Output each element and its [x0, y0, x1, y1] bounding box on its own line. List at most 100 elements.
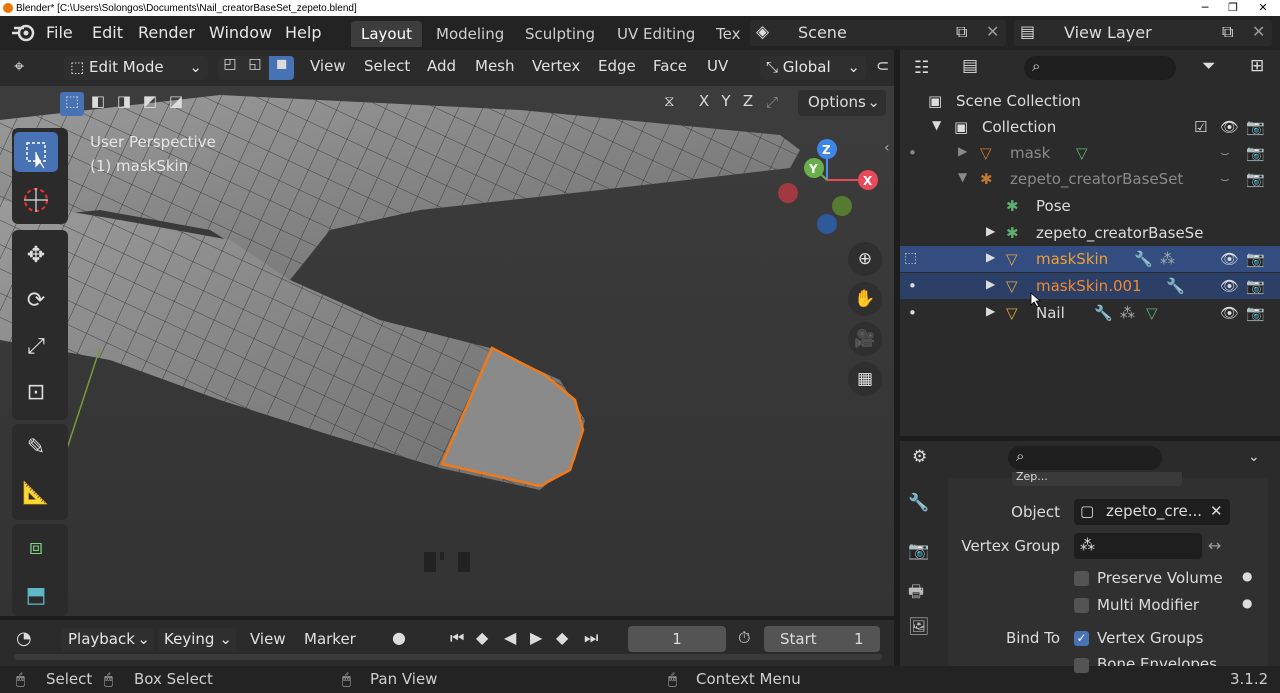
outliner-row-maskskin-001[interactable]: • ▶ ▽ maskSkin.001 🔧 👁 📷	[900, 273, 1280, 299]
vertex-group-field[interactable]: ⁂	[1074, 533, 1202, 559]
perspective-grid-icon[interactable]: ▦	[848, 362, 882, 396]
camera-render-icon[interactable]: 📷	[1246, 170, 1265, 188]
delete-scene-icon[interactable]: ✕	[986, 22, 999, 41]
expand-arrow-icon[interactable]: ▼	[932, 118, 941, 132]
menu-mesh[interactable]: Mesh	[475, 57, 515, 75]
eye-icon[interactable]: 👁	[1220, 277, 1239, 295]
camera-render-icon[interactable]: 📷	[1246, 277, 1265, 295]
view-layer-tab-icon[interactable]: 🖼	[908, 617, 930, 637]
measure-tool-icon[interactable]: 📐	[14, 474, 58, 514]
transform-tool-icon[interactable]: ⊡	[14, 373, 58, 413]
move-tool-icon[interactable]: ✥	[14, 236, 58, 276]
menu-edge[interactable]: Edge	[598, 57, 636, 75]
expand-arrow-icon[interactable]: ▶	[986, 224, 995, 238]
camera-render-icon[interactable]: 📷	[1246, 144, 1265, 162]
expand-arrow-icon[interactable]: ▶	[986, 250, 995, 264]
snap-icon[interactable]: ⊂	[876, 56, 889, 75]
edge-select-icon[interactable]: ◱	[243, 56, 267, 80]
face-select-icon[interactable]: ◼	[269, 56, 294, 80]
gizmo-neg-z-axis[interactable]	[817, 214, 837, 234]
preserve-volume-checkbox[interactable]	[1074, 571, 1089, 586]
collection-checkbox-icon[interactable]: ☑	[1194, 118, 1207, 136]
select-extend-icon[interactable]: ◧	[86, 92, 110, 110]
prev-keyframe-icon[interactable]: ◆	[476, 628, 488, 647]
keying-dropdown[interactable]: Keying ⌄	[158, 628, 236, 652]
expand-arrow-icon[interactable]: ▼	[958, 170, 967, 184]
outliner-editor-icon[interactable]: ☷	[914, 58, 929, 78]
mode-dropdown[interactable]: ⬚ Edit Mode ⌄	[64, 56, 208, 80]
properties-search-input[interactable]: ⌕	[1008, 446, 1162, 470]
eye-icon[interactable]: 👁	[1220, 118, 1239, 136]
view-layer-selector[interactable]: ▤ View Layer ⧉ ✕	[1014, 20, 1272, 46]
auto-merge-icon[interactable]: ⤢	[766, 93, 778, 111]
jump-start-icon[interactable]: ⏮	[450, 628, 464, 648]
mirror-x-toggle[interactable]: X	[694, 92, 714, 110]
eye-icon[interactable]: 👁	[1220, 250, 1239, 268]
display-mode-icon[interactable]: ▤	[962, 56, 978, 76]
camera-render-icon[interactable]: 📷	[1246, 304, 1265, 322]
record-icon[interactable]: ●	[392, 628, 406, 647]
gizmo-neg-y-axis[interactable]	[832, 196, 852, 216]
outliner-row-maskskin[interactable]: ⬚ ▶ ▽ maskSkin 🔧 ⁂ 👁 📷	[900, 246, 1280, 272]
modifier-name-field[interactable]: Zep...	[1012, 472, 1182, 486]
menu-add[interactable]: Add	[427, 57, 456, 75]
maximize-button[interactable]: ❐	[1218, 0, 1248, 16]
menu-vertex[interactable]: Vertex	[532, 57, 580, 75]
navigation-gizmo[interactable]: Z Y X	[770, 138, 880, 238]
invert-vertex-group-icon[interactable]: ↔	[1208, 536, 1221, 555]
add-cube-tool-icon[interactable]: ⧈	[14, 528, 58, 568]
new-collection-icon[interactable]: ⊞	[1250, 56, 1264, 76]
transform-orientation-dropdown[interactable]: ⤡ Global ⌄	[760, 56, 866, 80]
select-intersect-icon[interactable]: ◪	[164, 92, 188, 110]
tab-sculpting[interactable]: Sculpting	[515, 21, 605, 47]
outliner-row-armature-data[interactable]: ▶ ✱ zepeto_creatorBaseSe	[900, 220, 1280, 246]
editor-type-icon[interactable]: ⌖	[14, 56, 24, 77]
annotate-tool-icon[interactable]: ✎	[14, 428, 58, 468]
new-scene-icon[interactable]: ⧉	[956, 22, 967, 42]
vertex-groups-checkbox[interactable]: ✓	[1074, 631, 1089, 646]
select-new-icon[interactable]: ⬚	[60, 92, 84, 116]
outliner-row-mask[interactable]: • ▶ ▽ mask ▽ ⌣ 📷	[900, 140, 1280, 166]
new-view-layer-icon[interactable]: ⧉	[1222, 22, 1233, 42]
options-dropdown[interactable]: Options ⌄	[798, 90, 886, 116]
scale-tool-icon[interactable]: ⤢	[14, 327, 58, 367]
outliner-row-scene-collection[interactable]: ▣ Scene Collection	[900, 88, 1280, 114]
outliner-row-nail[interactable]: • ▶ ▽ Nail 🔧 ⁂ ▽ 👁 📷	[900, 300, 1280, 326]
eye-icon[interactable]: 👁	[1220, 304, 1239, 322]
tool-tab-icon[interactable]: 🔧	[908, 493, 929, 513]
zoom-icon[interactable]: ⊕	[848, 242, 882, 276]
menu-help[interactable]: Help	[285, 23, 321, 42]
close-window-button[interactable]: ✕	[1248, 0, 1278, 16]
outliner-row-collection[interactable]: ▼ ▣ Collection ☑ 👁 📷	[900, 114, 1280, 140]
chevron-down-icon[interactable]: ⌄	[1248, 449, 1260, 465]
select-box-tool[interactable]	[14, 132, 58, 172]
mirror-z-toggle[interactable]: Z	[738, 92, 758, 110]
camera-render-icon[interactable]: 📷	[1246, 250, 1265, 268]
menu-edit[interactable]: Edit	[92, 23, 123, 42]
outliner-row-pose[interactable]: ✱ Pose	[900, 193, 1280, 219]
tab-modeling[interactable]: Modeling	[426, 21, 514, 47]
timeline-editor-icon[interactable]: ◔	[16, 628, 32, 649]
camera-icon[interactable]: 🎥	[848, 322, 882, 356]
keyframe-dot-icon[interactable]: ●	[1242, 596, 1252, 610]
expand-arrow-icon[interactable]: ▶	[986, 277, 995, 291]
cursor-tool[interactable]	[14, 180, 58, 220]
clear-object-icon[interactable]: ✕	[1210, 502, 1223, 520]
eye-closed-icon[interactable]: ⌣	[1220, 144, 1230, 162]
select-invert-icon[interactable]: ◩	[138, 92, 162, 110]
properties-editor-icon[interactable]: ⚙	[912, 447, 927, 467]
gizmo-neg-x-axis[interactable]	[778, 183, 798, 203]
menu-view[interactable]: View	[310, 57, 346, 75]
play-reverse-icon[interactable]: ◀	[504, 628, 516, 647]
timeline-scrollbar[interactable]	[14, 654, 882, 660]
select-subtract-icon[interactable]: ◨	[112, 92, 136, 110]
menu-select[interactable]: Select	[364, 57, 410, 75]
render-tab-icon[interactable]: 📷	[908, 541, 929, 561]
menu-window[interactable]: Window	[209, 23, 272, 42]
expand-arrow-icon[interactable]: ▶	[958, 144, 967, 158]
expand-arrow-icon[interactable]: ▶	[986, 304, 995, 318]
mirror-y-toggle[interactable]: Y	[716, 92, 736, 110]
play-icon[interactable]: ▶	[530, 628, 542, 647]
menu-uv[interactable]: UV	[707, 57, 728, 75]
filter-icon[interactable]: ⏷	[1202, 56, 1216, 76]
